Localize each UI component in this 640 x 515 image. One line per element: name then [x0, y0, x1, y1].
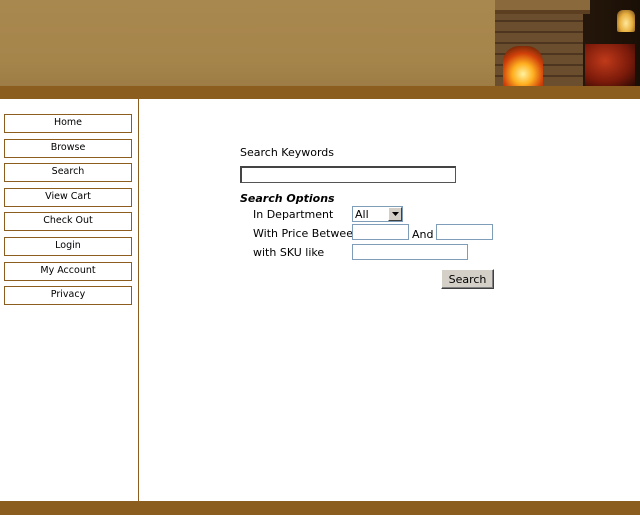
- price-and-label: And: [412, 228, 434, 241]
- price-max-input[interactable]: [436, 224, 493, 240]
- search-keywords-input[interactable]: [240, 166, 456, 183]
- header-accent-bar: [0, 86, 640, 99]
- nav-privacy-button[interactable]: Privacy: [4, 286, 132, 305]
- department-label: In Department: [253, 208, 334, 221]
- department-select[interactable]: All: [352, 206, 403, 222]
- search-submit-button[interactable]: Search: [441, 269, 494, 289]
- sidebar-divider: [138, 99, 139, 501]
- sidebar-nav: Home Browse Search View Cart Check Out L…: [0, 99, 138, 501]
- nav-my-account-button[interactable]: My Account: [4, 262, 132, 281]
- search-options-heading: Search Options: [240, 192, 335, 205]
- nav-login-button[interactable]: Login: [4, 237, 132, 256]
- price-min-input[interactable]: [352, 224, 409, 240]
- nav-view-cart-button[interactable]: View Cart: [4, 188, 132, 207]
- site-header: [0, 0, 640, 86]
- footer-accent-bar: [0, 501, 640, 515]
- sku-label: with SKU like: [253, 246, 325, 259]
- department-selected-value: All: [355, 208, 369, 221]
- sku-input[interactable]: [352, 244, 468, 260]
- nav-check-out-button[interactable]: Check Out: [4, 212, 132, 231]
- nav-browse-button[interactable]: Browse: [4, 139, 132, 158]
- search-keywords-label: Search Keywords: [240, 146, 334, 159]
- nav-home-button[interactable]: Home: [4, 114, 132, 133]
- chevron-down-icon[interactable]: [388, 207, 402, 221]
- nav-search-button[interactable]: Search: [4, 163, 132, 182]
- price-between-label: With Price Between: [253, 227, 360, 240]
- header-fireplace-image: [495, 0, 640, 86]
